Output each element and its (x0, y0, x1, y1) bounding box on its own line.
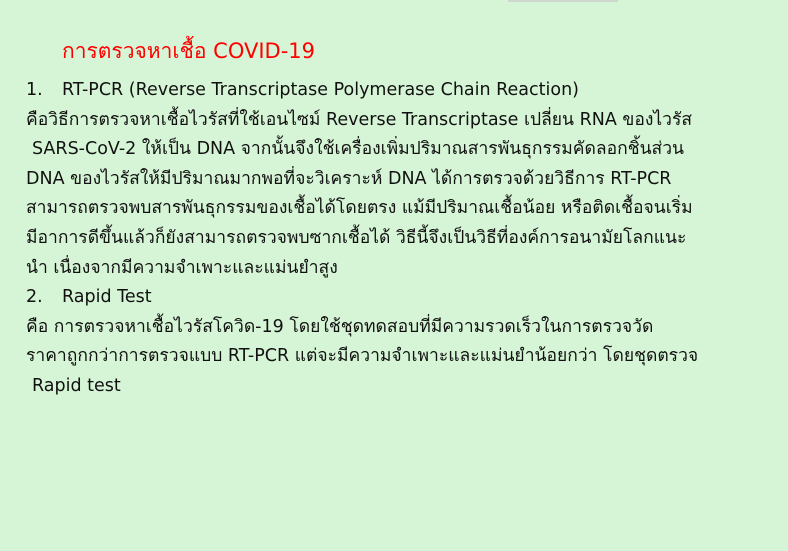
slide: การตรวจหาเชื้อ COVID-19 1. RT-PCR (Revers… (0, 0, 788, 551)
section-2-line: ราคาถูกกว่าการตรวจแบบ RT-PCR แต่จะมีความ… (26, 346, 699, 367)
section-1-line: คือวิธีการตรวจหาเชื้อไวรัสที่ใช้เอนไซม์ … (26, 109, 693, 130)
section-1-line: SARS-CoV-2 ให้เป็น DNA จากนั้นจึงใช้เครื… (32, 139, 685, 160)
section-1-line: นำ เนื่องจากมีความจำเพาะและแม่นยำสูง (26, 257, 338, 278)
slide-title: การตรวจหาเชื้อ COVID-19 (62, 39, 316, 63)
section-1-line: สามารถตรวจพบสารพันธุกรรมของเชื้อได้โดยตร… (26, 198, 693, 219)
section-2-line: คือ การตรวจหาเชื้อไวรัสโควิด-19 โดยใช้ชุ… (26, 316, 654, 337)
section-1-number: 1. (26, 80, 43, 100)
section-2-number: 2. (26, 287, 43, 308)
top-divider (508, 0, 618, 2)
section-1-title: RT-PCR (Reverse Transcriptase Polymerase… (62, 80, 579, 100)
slide-body: 1. RT-PCR (Reverse Transcriptase Polymera… (26, 76, 776, 402)
section-2-title: Rapid Test (62, 287, 152, 308)
section-2-line: Rapid test (32, 375, 121, 396)
section-1-line: DNA ของไวรัสให้มีปริมาณมากพอที่จะวิเคราะ… (26, 168, 672, 189)
section-1-heading: 1. RT-PCR (Reverse Transcriptase Polymera… (26, 76, 776, 106)
section-2-heading: 2. Rapid Test (26, 283, 776, 313)
section-1-line: มีอาการดีขึ้นแล้วก็ยังสามารถตรวจพบซากเชื… (26, 227, 687, 248)
